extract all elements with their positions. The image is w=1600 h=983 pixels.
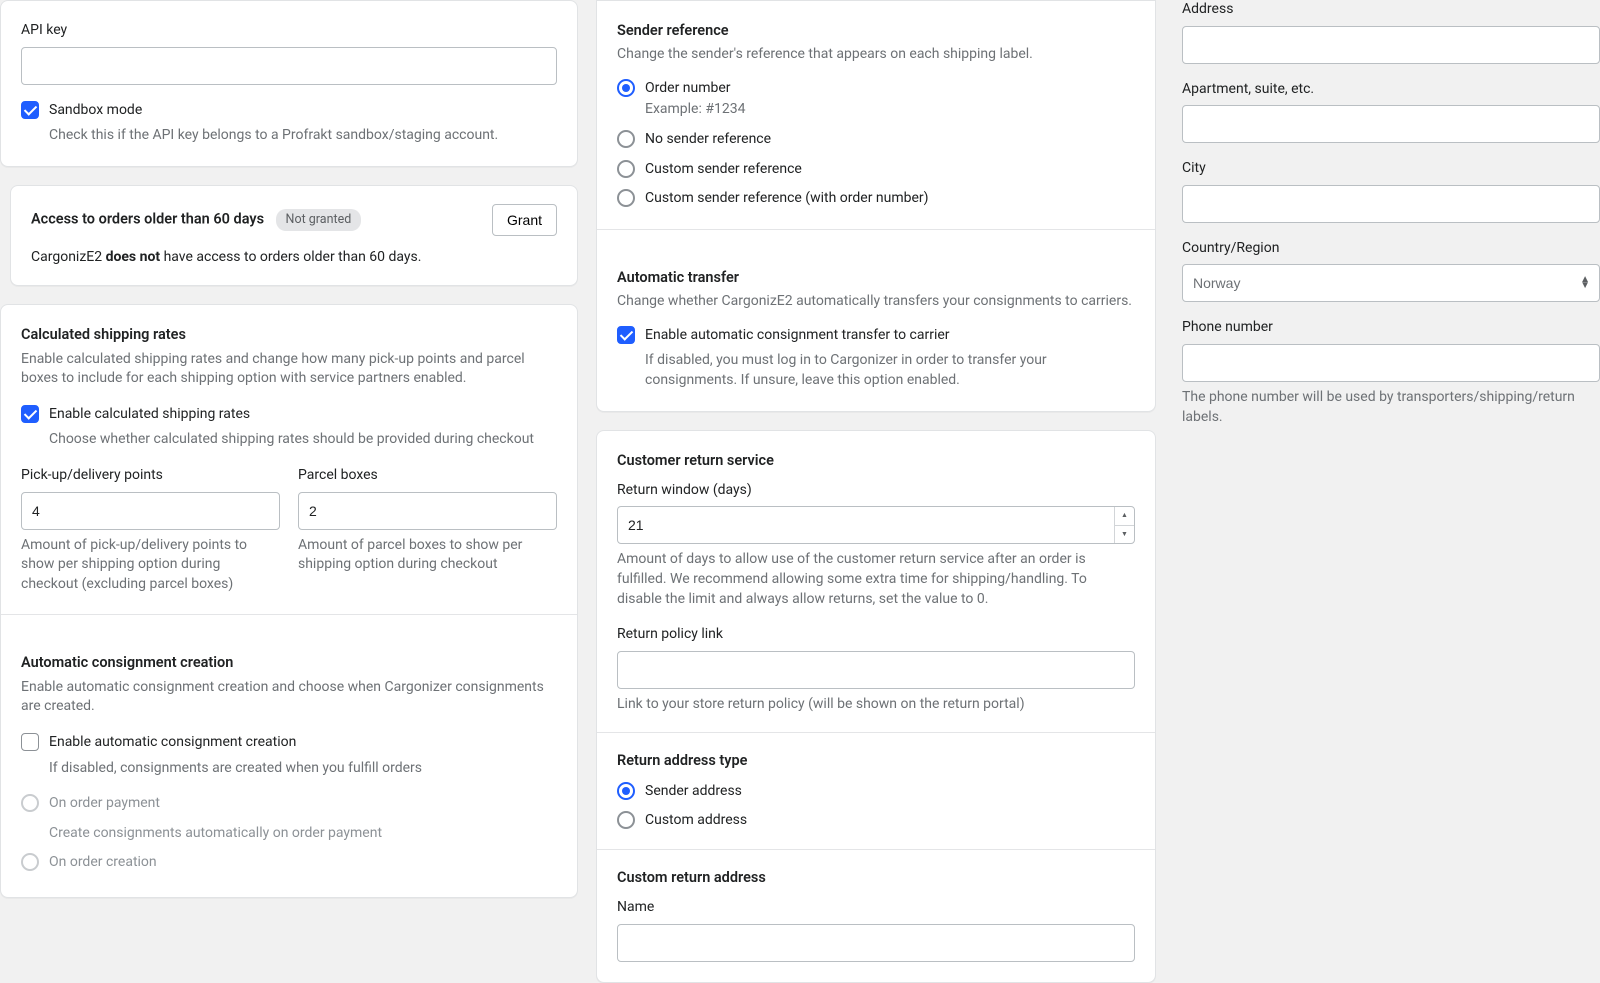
access-badge: Not granted <box>276 209 362 231</box>
sandbox-checkbox[interactable] <box>21 101 39 119</box>
auto-create-title: Automatic consignment creation <box>21 653 557 673</box>
radio-order-number[interactable] <box>617 79 635 97</box>
name-label: Name <box>617 898 1135 918</box>
rates-desc: Enable calculated shipping rates and cha… <box>21 350 557 389</box>
return-window-input[interactable] <box>617 506 1135 544</box>
auto-transfer-desc: Change whether CargonizE2 automatically … <box>617 292 1135 312</box>
phone-input[interactable] <box>1182 344 1600 382</box>
apt-input[interactable] <box>1182 105 1600 143</box>
auto-transfer-title: Automatic transfer <box>617 268 1135 288</box>
sender-ref-desc: Change the sender's reference that appea… <box>617 45 1135 65</box>
radio-no-ref[interactable] <box>617 130 635 148</box>
apt-label: Apartment, suite, etc. <box>1182 80 1600 100</box>
enable-auto-transfer-label: Enable automatic consignment transfer to… <box>645 326 950 346</box>
return-window-label: Return window (days) <box>617 481 1135 501</box>
radio-on-creation[interactable] <box>21 853 39 871</box>
enable-auto-create-hint: If disabled, consignments are created wh… <box>49 759 557 779</box>
radio-custom-ref-num[interactable] <box>617 189 635 207</box>
enable-auto-create-label: Enable automatic consignment creation <box>49 733 296 753</box>
country-label: Country/Region <box>1182 239 1600 259</box>
radio-on-creation-label: On order creation <box>49 853 157 873</box>
custom-return-addr-title: Custom return address <box>617 868 1135 888</box>
radio-order-number-label: Order number <box>645 79 731 99</box>
enable-rates-hint: Choose whether calculated shipping rates… <box>49 430 557 450</box>
order-number-example: Example: #1234 <box>645 100 1135 120</box>
radio-custom-ref[interactable] <box>617 160 635 178</box>
return-window-hint: Amount of days to allow use of the custo… <box>617 550 1135 609</box>
radio-on-payment-hint: Create consignments automatically on ord… <box>49 824 557 844</box>
country-select[interactable] <box>1182 264 1600 302</box>
parcel-hint: Amount of parcel boxes to show per shipp… <box>298 536 557 575</box>
chevron-up-icon[interactable]: ▲ <box>1115 507 1134 526</box>
parcel-input[interactable] <box>298 492 557 530</box>
address-input[interactable] <box>1182 26 1600 64</box>
chevron-down-icon[interactable]: ▼ <box>1115 526 1134 544</box>
address-label: Address <box>1182 0 1600 20</box>
city-label: City <box>1182 159 1600 179</box>
api-key-label: API key <box>21 21 557 41</box>
sandbox-label: Sandbox mode <box>49 101 142 121</box>
return-title: Customer return service <box>617 451 1135 471</box>
sender-ref-title: Sender reference <box>617 21 1135 41</box>
right-address-block: Address Apartment, suite, etc. City Coun… <box>1182 0 1600 427</box>
auto-create-desc: Enable automatic consignment creation an… <box>21 678 557 717</box>
radio-sender-address[interactable] <box>617 782 635 800</box>
access-title: Access to orders older than 60 days <box>31 210 264 227</box>
return-addr-type-title: Return address type <box>617 751 1135 771</box>
access-line: CargonizE2 does not have access to order… <box>31 248 557 268</box>
grant-button[interactable]: Grant <box>492 204 557 236</box>
phone-hint: The phone number will be used by transpo… <box>1182 388 1600 427</box>
api-key-card: API key Sandbox mode Check this if the A… <box>0 0 578 167</box>
pickup-input[interactable] <box>21 492 280 530</box>
sender-transfer-card: Sender reference Change the sender's ref… <box>596 0 1156 412</box>
rates-title: Calculated shipping rates <box>21 325 557 345</box>
radio-custom-address[interactable] <box>617 811 635 829</box>
enable-auto-create-checkbox[interactable] <box>21 733 39 751</box>
access-card: Access to orders older than 60 days Not … <box>10 185 578 287</box>
parcel-label: Parcel boxes <box>298 466 557 486</box>
phone-label: Phone number <box>1182 318 1600 338</box>
radio-on-payment[interactable] <box>21 794 39 812</box>
radio-custom-ref-label: Custom sender reference <box>645 160 802 180</box>
sandbox-hint: Check this if the API key belongs to a P… <box>49 126 557 146</box>
pickup-label: Pick-up/delivery points <box>21 466 280 486</box>
pickup-hint: Amount of pick-up/delivery points to sho… <box>21 536 280 595</box>
enable-auto-transfer-checkbox[interactable] <box>617 326 635 344</box>
radio-sender-address-label: Sender address <box>645 782 742 802</box>
number-spinner[interactable]: ▲ ▼ <box>1114 507 1134 543</box>
return-policy-hint: Link to your store return policy (will b… <box>617 695 1135 715</box>
enable-rates-checkbox[interactable] <box>21 405 39 423</box>
api-key-input[interactable] <box>21 47 557 85</box>
radio-custom-ref-num-label: Custom sender reference (with order numb… <box>645 189 929 209</box>
return-policy-label: Return policy link <box>617 625 1135 645</box>
select-chevrons-icon: ▲▼ <box>1580 277 1590 289</box>
enable-auto-transfer-hint: If disabled, you must log in to Cargoniz… <box>645 351 1135 390</box>
rates-and-auto-card: Calculated shipping rates Enable calcula… <box>0 304 578 898</box>
radio-custom-address-label: Custom address <box>645 811 747 831</box>
return-policy-input[interactable] <box>617 651 1135 689</box>
enable-rates-label: Enable calculated shipping rates <box>49 405 250 425</box>
radio-no-ref-label: No sender reference <box>645 130 771 150</box>
city-input[interactable] <box>1182 185 1600 223</box>
name-input[interactable] <box>617 924 1135 962</box>
radio-on-payment-label: On order payment <box>49 794 160 814</box>
